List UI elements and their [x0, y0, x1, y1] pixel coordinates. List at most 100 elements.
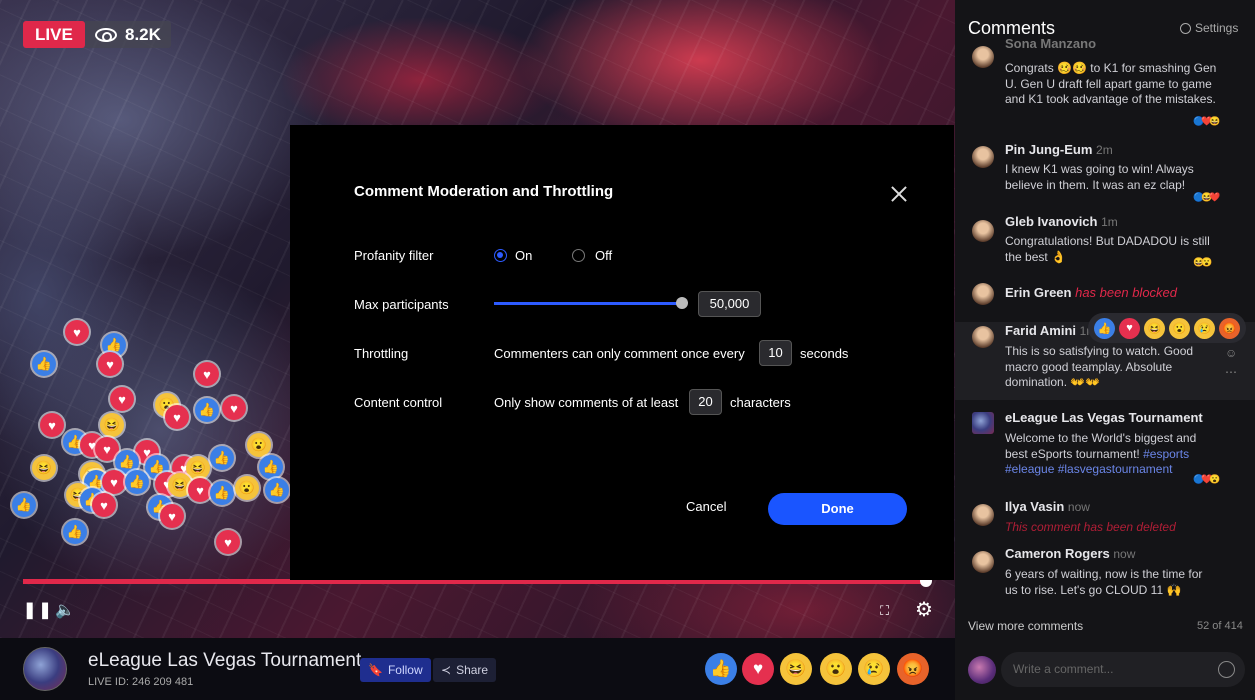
comments-settings-button[interactable]: Settings: [1180, 21, 1238, 35]
avatar[interactable]: [972, 220, 994, 242]
content-control-label: Content control: [354, 395, 443, 410]
deleted-comment-notice: This comment has been deleted: [1005, 520, 1176, 534]
sad-reaction-button[interactable]: 😢: [858, 653, 890, 685]
comment-author-line: Erin Green has been blocked: [1005, 285, 1177, 300]
like-reaction-icon: 👍: [12, 493, 36, 517]
comments-panel: Comments Settings Sona Manzano Congrats …: [955, 0, 1255, 700]
view-more-comments-link[interactable]: View more comments: [968, 619, 1083, 633]
avatar[interactable]: [972, 551, 994, 573]
profanity-on-radio[interactable]: [494, 249, 507, 262]
gear-icon: [1180, 22, 1191, 34]
comment-text: I knew K1 was going to win! Always belie…: [1005, 162, 1194, 192]
channel-avatar[interactable]: [23, 647, 67, 691]
gear-icon[interactable]: ⚙: [915, 597, 933, 622]
like-reaction-icon: 👍: [125, 470, 149, 494]
share-icon: ≺: [441, 663, 452, 677]
stream-info-bar: eLeague Las Vegas Tournament LIVE ID: 24…: [0, 638, 955, 700]
more-options-icon[interactable]: ⋯: [1225, 365, 1237, 379]
like-reaction-icon[interactable]: 👍: [1094, 317, 1115, 339]
stream-title: eLeague Las Vegas Tournament: [88, 650, 362, 671]
viewer-count: 8.2K: [85, 21, 171, 48]
avatar[interactable]: [972, 283, 994, 305]
haha-reaction-button[interactable]: 😆: [780, 653, 812, 685]
comment-author[interactable]: Farid Amini: [1005, 323, 1076, 338]
comment-author[interactable]: Sona Manzano: [1005, 36, 1096, 51]
max-participants-input[interactable]: 50,000: [698, 291, 761, 317]
like-reaction-icon: 👍: [265, 478, 289, 502]
love-reaction-icon: ♥: [195, 362, 219, 386]
share-button[interactable]: ≺ Share: [433, 658, 497, 682]
volume-icon[interactable]: 🔈: [55, 600, 75, 620]
blocked-status: has been blocked: [1075, 285, 1178, 300]
haha-reaction-icon: 😆: [32, 456, 56, 480]
dialog-title: Comment Moderation and Throttling: [354, 183, 614, 200]
comment-author-line: Pin Jung-Eum 2m: [1005, 142, 1113, 157]
avatar[interactable]: [972, 412, 994, 434]
love-reaction-icon: ♥: [222, 396, 246, 420]
profanity-off-radio[interactable]: [572, 249, 585, 262]
like-reaction-icon: 👍: [195, 398, 219, 422]
comment-text: This is so satisfying to watch. Good mac…: [1005, 344, 1194, 389]
comment-author[interactable]: Cameron Rogers: [1005, 546, 1110, 561]
comment-author[interactable]: Erin Green: [1005, 285, 1071, 300]
like-reaction-icon: 👍: [63, 520, 87, 544]
avatar[interactable]: [972, 146, 994, 168]
profanity-off-label[interactable]: Off: [595, 248, 612, 263]
love-reaction-icon[interactable]: ♥: [1119, 317, 1140, 339]
throttling-seconds-input[interactable]: 10: [759, 340, 792, 366]
live-id: LIVE ID: 246 209 481: [88, 676, 194, 688]
follow-label: Follow: [387, 663, 423, 677]
comment-author[interactable]: eLeague Las Vegas Tournament: [1005, 410, 1203, 425]
comment-text: Welcome to the World's biggest and best …: [1005, 431, 1217, 478]
love-reaction-icon: ♥: [98, 352, 122, 376]
reaction-summary-icon: 😆😮: [1193, 257, 1213, 267]
fullscreen-icon[interactable]: ⛶: [880, 603, 889, 619]
comment-time: 1m: [1101, 215, 1118, 229]
max-participants-slider[interactable]: [494, 302, 682, 305]
wow-reaction-button[interactable]: 😮: [820, 653, 852, 685]
follow-button[interactable]: 🔖 Follow: [360, 658, 431, 682]
avatar[interactable]: [972, 504, 994, 526]
comment-count: 52 of 414: [1197, 620, 1243, 632]
pause-icon[interactable]: ❚❚: [23, 600, 54, 620]
eye-icon: [95, 27, 117, 42]
love-reaction-icon: ♥: [165, 405, 189, 429]
emoji-icon[interactable]: [1218, 661, 1235, 678]
angry-reaction-button[interactable]: 😡: [897, 653, 929, 685]
comment-author[interactable]: Gleb Ivanovich: [1005, 214, 1097, 229]
done-button[interactable]: Done: [768, 493, 907, 525]
viewer-count-value: 8.2K: [125, 25, 161, 44]
share-label: Share: [456, 663, 489, 677]
love-reaction-button[interactable]: ♥: [742, 653, 774, 685]
avatar[interactable]: [972, 326, 994, 348]
throttling-label: Throttling: [354, 346, 409, 361]
moderation-dialog: Comment Moderation and Throttling Profan…: [290, 125, 954, 580]
user-avatar: [968, 656, 996, 684]
love-reaction-icon: ♥: [216, 530, 240, 554]
emoji-icon[interactable]: ☺: [1225, 346, 1237, 360]
content-control-suffix: characters: [730, 395, 791, 410]
haha-reaction-icon: 😮: [235, 476, 259, 500]
love-reaction-icon: ♥: [110, 387, 134, 411]
max-participants-label: Max participants: [354, 297, 449, 312]
comment-time: 2m: [1096, 143, 1113, 157]
avatar[interactable]: [972, 46, 994, 68]
comment-author[interactable]: Pin Jung-Eum: [1005, 142, 1092, 157]
reaction-summary-icon: 🔵😆❤️: [1193, 192, 1221, 202]
sad-reaction-icon[interactable]: 😢: [1194, 317, 1215, 339]
close-icon[interactable]: [890, 185, 908, 203]
angry-reaction-icon[interactable]: 😡: [1219, 317, 1240, 339]
reaction-summary-icon: 🔵❤️😮: [1193, 474, 1221, 484]
cancel-button[interactable]: Cancel: [686, 499, 726, 514]
slider-handle[interactable]: [676, 297, 688, 309]
app-root: LIVE 8.2K ♥ 👍 👍 ♥ ♥ ♥ 😮 👍 ♥ 😆 ♥ ♥ 👍 ♥ 😮 …: [0, 0, 1255, 700]
min-characters-input[interactable]: 20: [689, 389, 722, 415]
wow-reaction-icon[interactable]: 😮: [1169, 317, 1190, 339]
comment-author[interactable]: Ilya Vasin: [1005, 499, 1064, 514]
like-reaction-button[interactable]: 👍: [705, 653, 737, 685]
comment-input[interactable]: Write a comment...: [1001, 652, 1245, 687]
reaction-picker: 👍 ♥ 😆 😮 😢 😡: [1088, 313, 1246, 343]
like-reaction-icon: 👍: [32, 352, 56, 376]
haha-reaction-icon[interactable]: 😆: [1144, 317, 1165, 339]
profanity-on-label[interactable]: On: [515, 248, 532, 263]
